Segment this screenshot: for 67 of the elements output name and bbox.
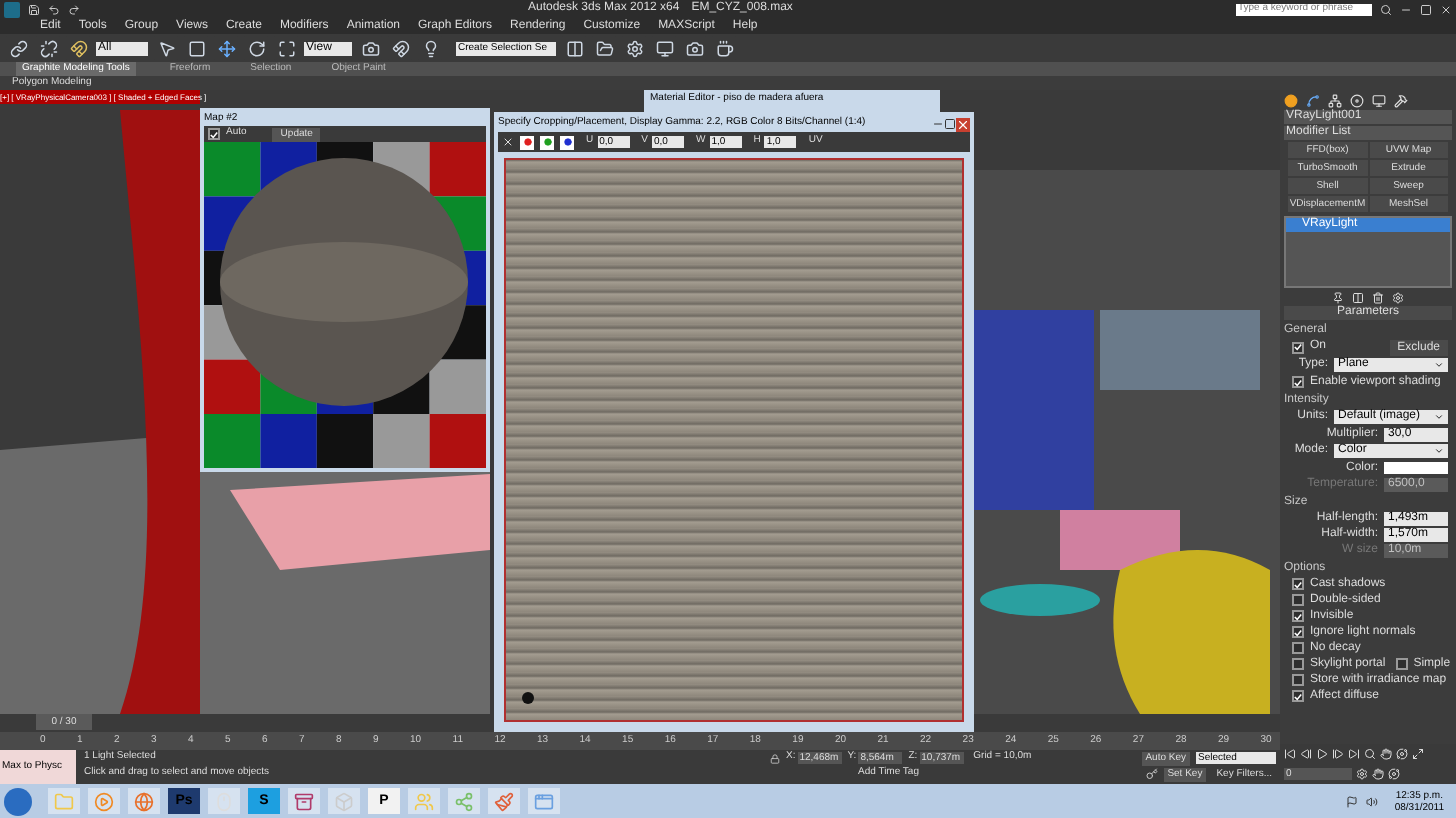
render-icon[interactable] — [682, 36, 706, 60]
magnet-icon[interactable] — [66, 36, 90, 60]
caret-icon — [1434, 446, 1444, 456]
checkbox[interactable] — [1292, 674, 1304, 686]
checkbox[interactable] — [1292, 690, 1304, 702]
caret-icon — [1434, 412, 1444, 422]
flag-icon[interactable] — [1346, 795, 1359, 807]
region-select-icon[interactable] — [184, 36, 208, 60]
settings-icon[interactable] — [622, 36, 646, 60]
checkbox[interactable] — [1292, 658, 1304, 670]
unlink-icon[interactable] — [36, 36, 60, 60]
checkbox[interactable] — [1292, 341, 1304, 353]
caret-icon — [1434, 360, 1444, 370]
minimize-icon[interactable] — [1400, 3, 1412, 15]
checkbox[interactable] — [1292, 594, 1304, 606]
orbit-icon[interactable] — [1388, 768, 1400, 780]
settings-icon[interactable] — [1392, 291, 1404, 303]
search-icon[interactable] — [1380, 3, 1392, 15]
start-button[interactable] — [4, 787, 32, 815]
hierarchy-icon[interactable] — [1328, 93, 1342, 107]
maximize-icon[interactable] — [944, 118, 956, 130]
rotate-icon[interactable] — [244, 36, 268, 60]
save-icon[interactable] — [28, 3, 40, 15]
monitor-icon[interactable] — [652, 36, 676, 60]
step-forward-icon[interactable] — [1332, 748, 1344, 760]
mirror-icon[interactable] — [562, 36, 586, 60]
key-icon[interactable] — [1145, 768, 1158, 780]
zoom-icon[interactable] — [1364, 748, 1376, 760]
checkbox[interactable] — [1395, 658, 1408, 670]
close-icon[interactable] — [1440, 3, 1452, 15]
orbit-icon[interactable] — [1396, 748, 1408, 760]
curve-icon[interactable] — [1306, 93, 1320, 107]
sphere-icon[interactable] — [1284, 93, 1298, 107]
archive-icon[interactable] — [294, 791, 314, 811]
checkbox[interactable] — [1292, 642, 1304, 654]
trash-icon[interactable] — [1372, 291, 1384, 303]
crop-handle-icon[interactable] — [522, 692, 534, 704]
monitor-icon[interactable] — [1372, 93, 1386, 107]
folder-icon[interactable] — [592, 36, 616, 60]
pan-icon[interactable] — [1380, 748, 1392, 760]
pointer-icon[interactable] — [154, 36, 178, 60]
paintbrush-icon[interactable] — [494, 791, 514, 811]
close-icon[interactable] — [502, 136, 514, 148]
speaker-icon[interactable] — [1366, 795, 1379, 807]
step-back-icon[interactable] — [1300, 748, 1312, 760]
settings-icon[interactable] — [1356, 768, 1368, 780]
skip-back-icon[interactable] — [1284, 748, 1296, 760]
redo-icon[interactable] — [68, 3, 80, 15]
disc-icon[interactable] — [1350, 93, 1364, 107]
checkbox[interactable] — [208, 128, 220, 140]
columns-icon[interactable] — [1352, 291, 1364, 303]
checkbox[interactable] — [1292, 610, 1304, 622]
checkbox[interactable] — [1292, 626, 1304, 638]
undo-icon[interactable] — [48, 3, 60, 15]
hammer-icon[interactable] — [1394, 93, 1408, 107]
color-swatch[interactable] — [1384, 462, 1448, 474]
app-logo-icon[interactable] — [4, 1, 20, 17]
snap-icon[interactable] — [388, 36, 412, 60]
link-icon[interactable] — [6, 36, 30, 60]
checkbox[interactable] — [1292, 578, 1304, 590]
scale-icon[interactable] — [274, 36, 298, 60]
pan-icon[interactable] — [1372, 768, 1384, 780]
checkbox[interactable] — [1292, 376, 1304, 388]
camera-icon[interactable] — [358, 36, 382, 60]
skip-forward-icon[interactable] — [1348, 748, 1360, 760]
pin-icon[interactable] — [1332, 291, 1344, 303]
lock-icon[interactable] — [770, 753, 780, 763]
